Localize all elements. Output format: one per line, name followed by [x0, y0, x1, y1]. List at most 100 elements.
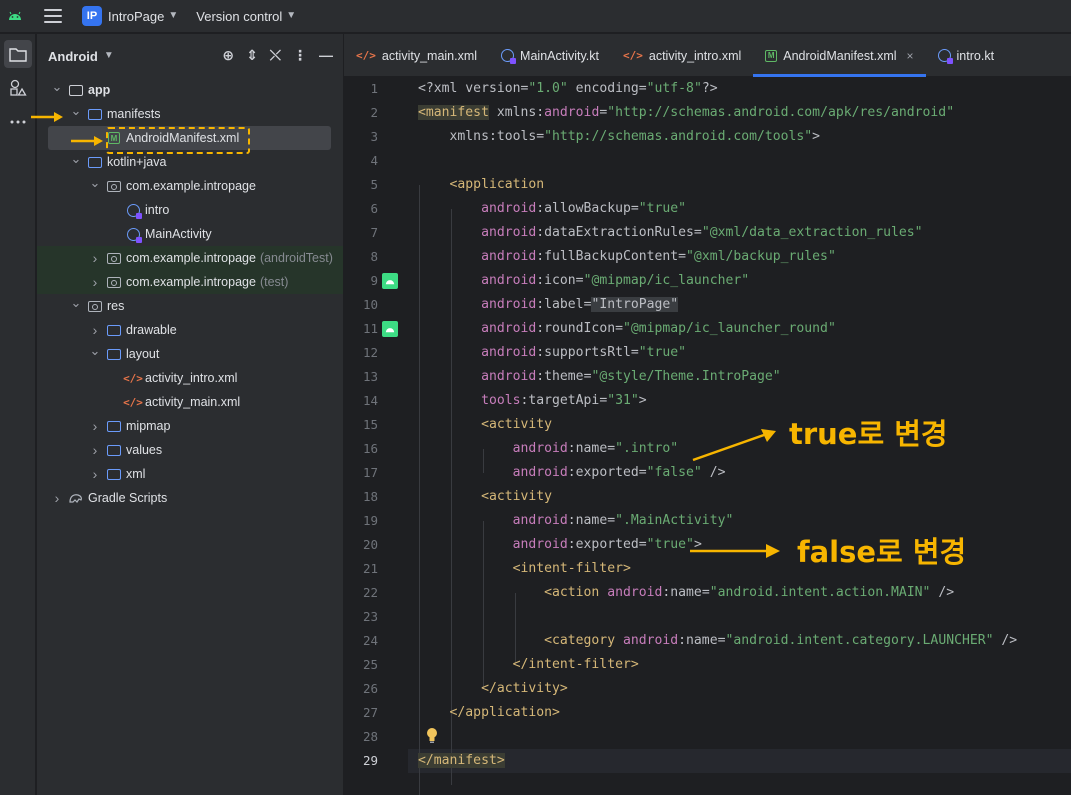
- code-line: </activity>: [418, 677, 568, 701]
- code-token: :theme: [536, 369, 584, 384]
- expand-all-icon[interactable]: ⇕: [246, 47, 258, 64]
- code-line: <activity: [418, 485, 552, 509]
- tree-item[interactable]: ⌄ manifests: [37, 102, 343, 126]
- version-control-menu[interactable]: Version control: [196, 9, 282, 24]
- editor-tab[interactable]: MainActivity.kt: [489, 34, 611, 77]
- line-number: 7: [370, 225, 378, 240]
- resource-manager-button[interactable]: [4, 74, 32, 102]
- android-resource-icon[interactable]: [382, 273, 398, 289]
- tree-item[interactable]: MainActivity: [37, 222, 343, 246]
- main-menu-icon[interactable]: [44, 9, 62, 23]
- code-line: android:icon="@mipmap/ic_launcher": [418, 269, 749, 293]
- project-tool-button[interactable]: [4, 40, 32, 68]
- chevron-down-icon[interactable]: ⌄: [69, 151, 83, 167]
- xml-file-icon: </>: [356, 49, 376, 62]
- chevron-down-icon[interactable]: ⌄: [69, 103, 83, 119]
- line-number: 22: [362, 585, 378, 600]
- tree-item[interactable]: </> activity_main.xml: [37, 390, 343, 414]
- editor-tabs: </> activity_main.xml MainActivity.kt </> ac…: [344, 34, 1071, 77]
- code-token: />: [993, 633, 1018, 648]
- chevron-right-icon[interactable]: ›: [88, 274, 102, 290]
- res-folder-icon: [87, 298, 103, 314]
- tree-item[interactable]: › com.example.intropage (test): [37, 270, 343, 294]
- code-token: "http://schemas.android.com/tools": [544, 129, 813, 144]
- code-token: ?>: [701, 81, 718, 96]
- chevron-down-icon[interactable]: ⌄: [69, 295, 83, 311]
- close-icon[interactable]: ×: [907, 49, 914, 63]
- kotlin-class-icon: [501, 49, 517, 64]
- chevron-right-icon[interactable]: ›: [88, 322, 102, 338]
- chevron-down-icon[interactable]: ⌄: [50, 79, 64, 95]
- code-token: =: [693, 225, 702, 240]
- code-token: :targetApi: [520, 393, 600, 408]
- code-token: :supportsRtl: [536, 345, 631, 360]
- tree-item-label: MainActivity: [145, 227, 212, 241]
- chevron-right-icon[interactable]: ›: [88, 250, 102, 266]
- code-line: android:name=".intro": [418, 437, 679, 461]
- android-icon: [0, 0, 30, 33]
- tree-item[interactable]: ⌄ app: [37, 78, 343, 102]
- chevron-down-icon[interactable]: ⌄: [88, 343, 102, 359]
- code-token: encoding=: [567, 81, 647, 96]
- options-icon[interactable]: ⋮: [293, 47, 307, 64]
- editor-tab[interactable]: intro.kt: [926, 34, 1007, 77]
- more-tools-icon[interactable]: [4, 108, 32, 136]
- code-line: <action android:name="android.intent.act…: [418, 581, 954, 605]
- tree-item[interactable]: ⌄ kotlin+java: [37, 150, 343, 174]
- tree-item[interactable]: intro: [37, 198, 343, 222]
- locate-icon[interactable]: ⊕: [222, 47, 234, 64]
- kotlin-class-icon: [125, 226, 142, 243]
- tree-item[interactable]: ⌄ res: [37, 294, 343, 318]
- editor-tab[interactable]: M AndroidManifest.xml ×: [753, 34, 926, 77]
- chevron-right-icon[interactable]: ›: [88, 442, 102, 458]
- line-number: 6: [370, 201, 378, 216]
- code-line: <manifest xmlns:android="http://schemas.…: [418, 101, 954, 125]
- chevron-down-icon[interactable]: ▼: [168, 10, 178, 21]
- code-token: :exported: [567, 537, 639, 552]
- line-number: 16: [362, 441, 378, 456]
- tree-item[interactable]: ⌄ com.example.intropage: [37, 174, 343, 198]
- project-badge[interactable]: IP: [82, 6, 102, 26]
- line-number: 17: [362, 465, 378, 480]
- chevron-down-icon[interactable]: ▼: [286, 10, 296, 21]
- project-view-label[interactable]: Android: [48, 49, 98, 64]
- code-token: :icon: [536, 273, 576, 288]
- project-name[interactable]: IntroPage: [108, 9, 164, 24]
- code-token: =: [638, 537, 647, 552]
- tree-item-label: values: [126, 443, 163, 457]
- collapse-all-icon[interactable]: ⤬: [270, 47, 281, 64]
- tree-item[interactable]: </> activity_intro.xml: [37, 366, 343, 390]
- code-token: "android.intent.category.LAUNCHER": [725, 633, 994, 648]
- chevron-right-icon[interactable]: ›: [88, 466, 102, 482]
- lightbulb-icon[interactable]: [424, 726, 440, 744]
- gradle-icon: [68, 490, 84, 506]
- code-token: </application>: [418, 705, 560, 720]
- chevron-right-icon[interactable]: ›: [88, 418, 102, 434]
- android-resource-icon[interactable]: [382, 321, 398, 337]
- folder-icon: [9, 47, 27, 62]
- line-number: 21: [362, 561, 378, 576]
- chevron-down-icon[interactable]: ▼: [104, 50, 114, 61]
- editor-tab[interactable]: </> activity_main.xml: [344, 34, 489, 77]
- project-view-selector[interactable]: Android ▼ ⊕ ⇕ ⤬ ⋮ —: [37, 34, 343, 78]
- editor-gutter: 1 2 3 4 5 6 7 8 9 10 11 12 13 14 15 16 17 18 19 20 21 22 23 24 2…: [344, 77, 408, 795]
- tree-item[interactable]: › mipmap: [37, 414, 343, 438]
- code-token: <application: [418, 177, 545, 192]
- line-number: 20: [362, 537, 378, 552]
- tree-item[interactable]: ⌄ layout: [37, 342, 343, 366]
- editor-tab[interactable]: </> activity_intro.xml: [611, 34, 753, 77]
- tree-item[interactable]: › xml: [37, 462, 343, 486]
- code-token: =: [630, 345, 639, 360]
- tree-item[interactable]: › com.example.intropage (androidTest): [37, 246, 343, 270]
- code-token: =: [638, 465, 647, 480]
- tree-item[interactable]: › Gradle Scripts: [37, 486, 343, 510]
- code-token: android: [418, 249, 537, 264]
- code-token: <activity: [418, 489, 553, 504]
- tree-item[interactable]: › drawable: [37, 318, 343, 342]
- chevron-right-icon[interactable]: ›: [50, 490, 64, 506]
- tree-item-label: xml: [126, 467, 146, 481]
- hide-icon[interactable]: —: [319, 47, 333, 64]
- chevron-down-icon[interactable]: ⌄: [88, 175, 102, 191]
- tree-item-label: Gradle Scripts: [88, 491, 168, 505]
- tree-item[interactable]: › values: [37, 438, 343, 462]
